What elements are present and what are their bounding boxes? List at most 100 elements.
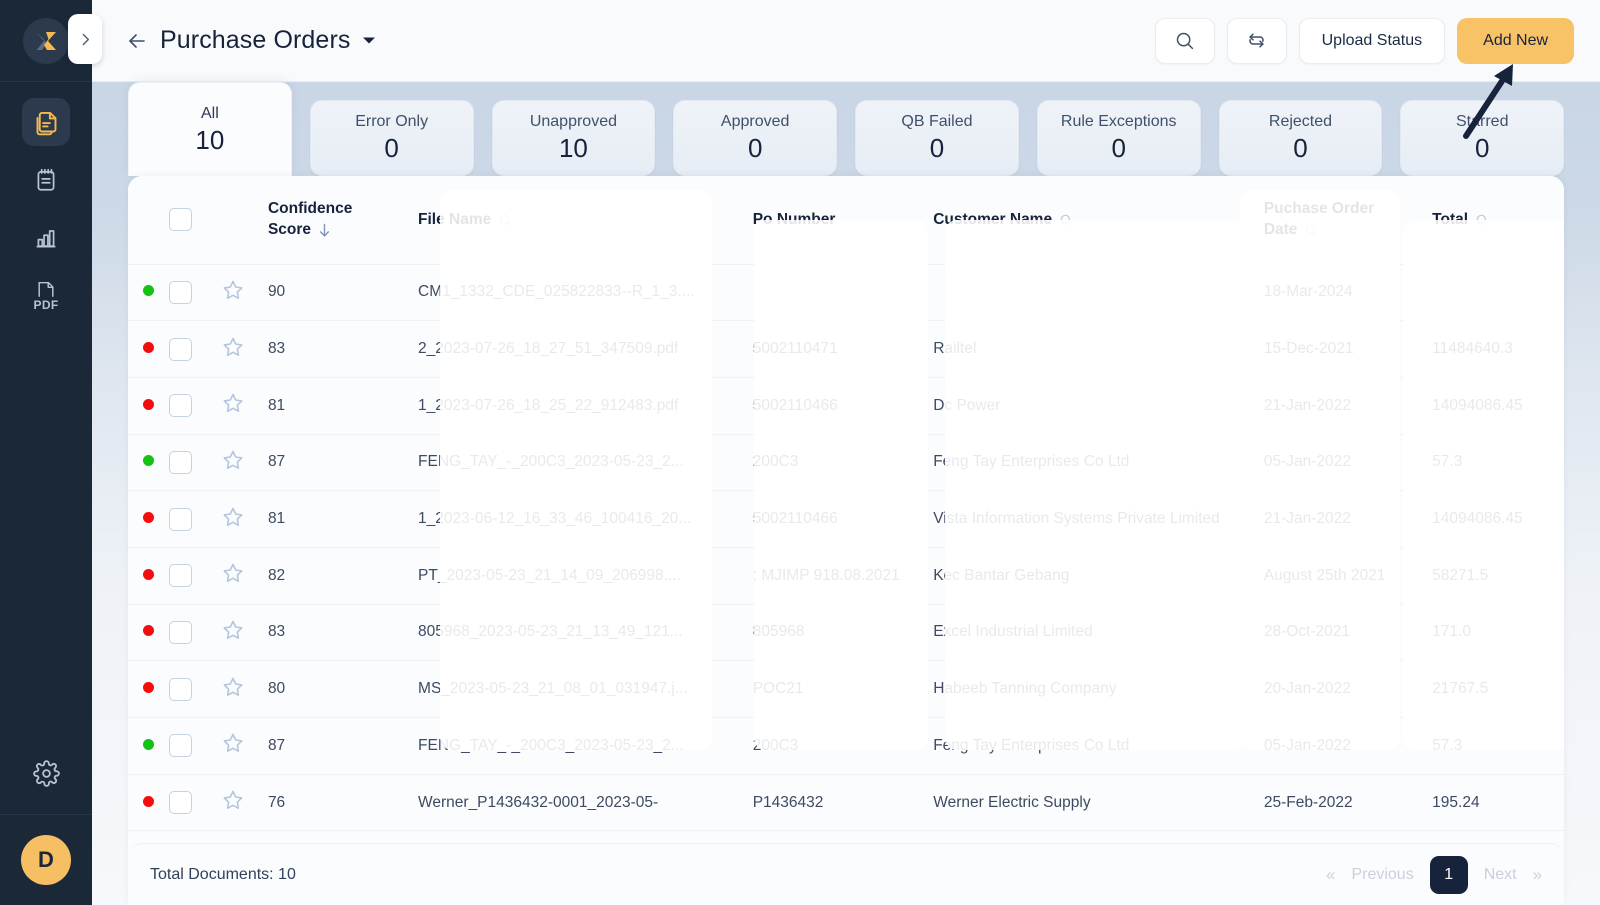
pagination-previous[interactable]: Previous [1351,866,1413,884]
table-row[interactable]: 81 1_2023-06-12_16_33_46_100416_20... 5002… [128,490,1565,548]
add-new-button[interactable]: Add New [1457,17,1575,64]
row-star-cell [221,660,268,718]
cell-confidence-score: 87 [267,434,419,492]
row-checkbox[interactable] [168,450,192,474]
avatar[interactable]: D [21,835,71,885]
cell-customer-name: Werner Electric Supply [933,774,1264,832]
po-date-search-icon[interactable] [1304,223,1318,237]
row-select-cell [168,774,222,832]
cell-customer-name: Railtel [933,320,1264,378]
row-checkbox[interactable] [168,677,192,701]
status-dot-green [142,738,154,750]
row-checkbox[interactable] [168,394,192,418]
total-search-icon[interactable] [1475,213,1489,227]
row-checkbox[interactable] [168,280,192,304]
sort-arrow-down-icon[interactable] [318,223,331,238]
cell-po-number: 5002110466 [752,377,934,435]
cell-purchase-order-date: 18-Mar-2024 [1263,264,1433,322]
table-row[interactable]: 81 1_2023-07-26_18_25_22_912483.pdf 500211… [128,377,1565,435]
sidebar-item-notepad[interactable] [22,156,70,204]
pagination-first[interactable]: « [1326,865,1335,885]
cell-customer-name: Kec Bantar Gebang [933,547,1264,605]
star-icon[interactable] [221,675,245,699]
star-icon[interactable] [221,788,245,812]
cell-confidence-score: 90 [267,264,419,322]
star-icon[interactable] [221,335,245,359]
table-row[interactable]: 83 2_2023-07-26_18_27_51_347509.pdf 500211… [128,320,1565,378]
row-star-cell [221,377,268,435]
tab-rejected[interactable]: Rejected 0 [1218,100,1383,176]
tab-qb-failed[interactable]: QB Failed 0 [855,100,1019,176]
cell-po-number: 5002110471 [752,320,934,378]
pagination-page-1[interactable]: 1 [1429,855,1468,894]
row-select-cell [168,434,222,492]
refresh-button[interactable] [1226,17,1287,64]
pagination-last[interactable]: » [1533,865,1542,885]
th-confidence-score[interactable]: Confidence Score [267,176,419,265]
sidebar-item-pdf[interactable]: PDF [22,272,70,320]
sidebar-item-settings[interactable] [0,733,92,815]
sidebar-item-documents[interactable] [22,98,70,146]
star-icon[interactable] [221,278,245,302]
th-file-name: File Name [418,176,753,265]
logo-circle [23,17,69,64]
row-checkbox[interactable] [168,507,192,531]
cell-total: 14094086.45 [1432,377,1565,435]
star-icon[interactable] [221,731,245,755]
sidebar-item-analytics[interactable] [22,214,70,262]
tab-all[interactable]: All 10 [128,82,292,176]
table-row[interactable]: 76 Werner_P1436432-0001_2023-05- P1436432 W… [128,774,1565,832]
row-status-cell [128,264,169,322]
status-dot-green [142,285,154,297]
row-status-cell [128,717,169,775]
table-row[interactable]: 87 FENG_TAY_-_200C3_2023-05-23_2... 200C3 F… [128,717,1565,775]
tab-all-label: All [200,104,219,122]
row-checkbox[interactable] [168,564,192,588]
file-name-search-icon[interactable] [498,213,512,227]
table-row[interactable]: 90 CM1_1332_CDE_025822833--R_1_3.... 18-Ma… [128,264,1565,322]
page-title-dropdown[interactable] [362,36,376,45]
cell-purchase-order-date: 05-Jan-2022 [1263,434,1433,492]
cell-file-name: 805968_2023-05-23_21_13_49_121... [418,604,753,662]
table-row[interactable]: 83 805968_2023-05-23_21_13_49_121... 80596… [128,604,1565,662]
th-confidence-score-line2: Score [267,220,312,238]
table-row[interactable]: 80 MS_2023-05-23_21_08_01_031947.j... POC2… [128,660,1565,718]
row-checkbox[interactable] [168,337,192,361]
tab-approved[interactable]: Approved 0 [673,100,838,176]
star-icon[interactable] [221,505,245,529]
star-icon[interactable] [221,561,245,585]
tab-error-only[interactable]: Error Only 0 [309,100,474,176]
row-star-cell [221,547,268,605]
star-icon[interactable] [221,391,245,415]
star-icon[interactable] [221,618,245,642]
table-row[interactable]: 82 PT_2023-05-23_21_14_09_206998....: MJI… [128,547,1565,605]
sidebar-collapse-toggle[interactable] [68,14,102,64]
back-button[interactable] [122,26,152,56]
row-select-cell [168,377,222,435]
cell-file-name: Werner_P1436432-0001_2023-05- [418,774,753,832]
search-button[interactable] [1154,17,1215,64]
row-checkbox[interactable] [168,620,192,644]
row-status-cell [128,547,169,605]
cell-confidence-score: 83 [267,320,419,378]
pagination-next[interactable]: Next [1484,866,1517,884]
status-dot-red [142,682,154,694]
tab-all-count: 10 [195,124,225,155]
total-documents-label: Total Documents: 10 [150,865,296,883]
th-purchase-order-date: Puchase Order Date [1263,176,1433,265]
row-checkbox[interactable] [168,734,192,758]
tab-starred[interactable]: Starred 0 [1400,100,1565,176]
star-icon[interactable] [221,448,245,472]
row-star-cell [221,264,268,322]
tab-rule-exceptions[interactable]: Rule Exceptions 0 [1036,100,1201,176]
cell-confidence-score: 82 [267,547,419,605]
select-all-checkbox[interactable] [168,208,192,232]
cell-purchase-order-date: 25-Feb-2022 [1263,774,1433,832]
customer-name-search-icon[interactable] [1059,213,1073,227]
tab-unapproved[interactable]: Unapproved 10 [491,100,656,176]
upload-status-button[interactable]: Upload Status [1298,17,1446,64]
cell-confidence-score: 81 [267,490,419,548]
row-status-cell [128,490,169,548]
table-row[interactable]: 87 FENG_TAY_-_200C3_2023-05-23_2... 200C3 F… [128,434,1565,492]
row-checkbox[interactable] [168,791,192,815]
